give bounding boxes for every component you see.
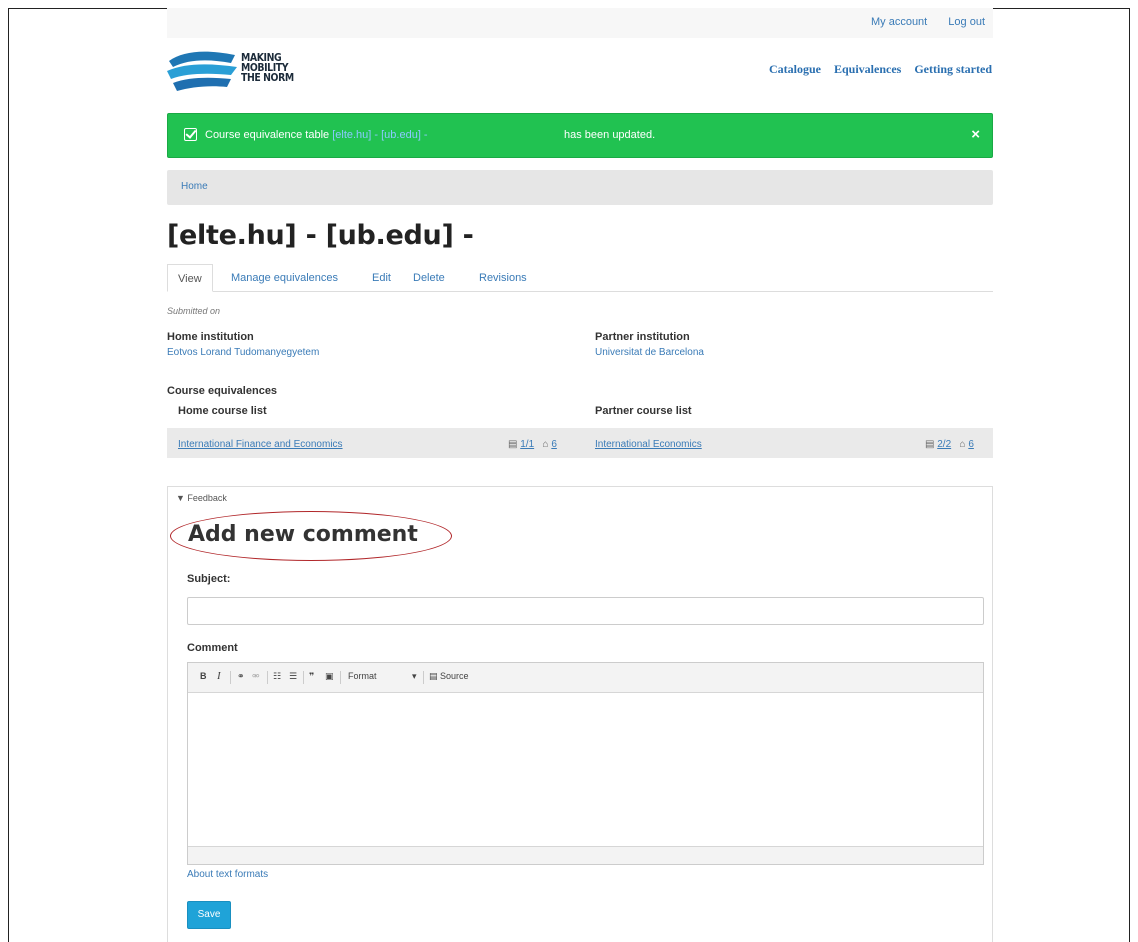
subject-input[interactable] [187, 597, 984, 625]
feedback-toggle[interactable]: ▼ Feedback [176, 493, 227, 503]
tab-manage-equivalences[interactable]: Manage equivalences [231, 264, 338, 292]
link-icon[interactable]: ⚭ [237, 671, 245, 682]
home-institution-label: Home institution [167, 331, 254, 343]
status-message-prefix: Course equivalence table [205, 129, 330, 141]
partner-course-link[interactable]: International Economics [595, 439, 702, 450]
partner-course-meta: ▤ 2/2 ⌂ 6 [925, 439, 974, 450]
account-links: My account Log out [853, 16, 985, 28]
course-equivalences-label: Course equivalences [167, 385, 278, 397]
comment-editor: B I ⚭ ⚮ ☷ ☰ ❞ ▣ Format ▾ ▤ Source [187, 662, 984, 865]
close-icon[interactable]: × [971, 126, 980, 143]
comment-textarea[interactable] [188, 694, 983, 847]
page: My account Log out MAKING MOBILITY THE N… [157, 0, 993, 942]
toolbar-separator [267, 671, 268, 684]
subject-label: Subject: [187, 573, 231, 585]
partner-institution-label: Partner institution [595, 331, 690, 343]
tab-edit[interactable]: Edit [372, 264, 391, 292]
logo-line-3: THE NORM [241, 71, 294, 84]
breadcrumb-home[interactable]: Home [181, 181, 208, 192]
about-text-formats-link[interactable]: About text formats [187, 869, 268, 880]
comment-label: Comment [187, 642, 238, 654]
top-bar: My account Log out [167, 8, 993, 38]
home-course-list-header: Home course list [178, 405, 267, 417]
status-message-link[interactable]: [elte.hu] - [ub.edu] - [332, 129, 427, 141]
nav-catalogue[interactable]: Catalogue [769, 62, 821, 76]
tab-view[interactable]: View [167, 264, 213, 292]
source-label: Source [440, 671, 469, 681]
tab-delete[interactable]: Delete [413, 264, 445, 292]
nav-getting-started[interactable]: Getting started [914, 62, 992, 76]
breadcrumb: Home [167, 170, 993, 205]
calendar-icon: ▤ [508, 439, 518, 450]
my-account-link[interactable]: My account [871, 16, 927, 28]
chevron-down-icon[interactable]: ▾ [412, 671, 417, 682]
blockquote-icon[interactable]: ❞ [309, 671, 314, 682]
partner-course-list-header: Partner course list [595, 405, 692, 417]
page-title: [elte.hu] - [ub.edu] - [167, 220, 474, 251]
feedback-section: ▼ Feedback Add new comment Subject: Comm… [167, 486, 993, 942]
credits-icon: ⌂ [542, 439, 549, 450]
home-institution-link[interactable]: Eotvos Lorand Tudomanyegyetem [167, 347, 319, 358]
source-button[interactable]: ▤ Source [429, 671, 469, 682]
numbered-list-icon[interactable]: ☰ [289, 671, 297, 682]
toolbar-separator [303, 671, 304, 684]
image-icon[interactable]: ▣ [325, 671, 334, 682]
check-icon [184, 128, 197, 141]
partner-course-credits[interactable]: 6 [968, 439, 974, 450]
status-message: Course equivalence table [elte.hu] - [ub… [167, 113, 993, 158]
status-message-text: Course equivalence table [elte.hu] - [ub… [205, 129, 428, 141]
tab-revisions[interactable]: Revisions [479, 264, 527, 292]
partner-institution-link[interactable]: Universitat de Barcelona [595, 347, 704, 358]
credits-icon: ⌂ [959, 439, 966, 450]
unlink-icon[interactable]: ⚮ [252, 671, 260, 682]
status-message-suffix: has been updated. [564, 129, 656, 141]
bold-button[interactable]: B [200, 671, 207, 681]
log-out-link[interactable]: Log out [948, 16, 985, 28]
table-row: International Finance and Economics ▤ 1/… [167, 428, 993, 458]
format-select[interactable]: Format [348, 671, 377, 681]
save-button[interactable]: Save [187, 901, 231, 929]
toolbar-separator [423, 671, 424, 684]
editor-toolbar: B I ⚭ ⚮ ☷ ☰ ❞ ▣ Format ▾ ▤ Source [188, 663, 983, 693]
home-course-count[interactable]: 1/1 [520, 439, 534, 450]
toolbar-separator [340, 671, 341, 684]
home-course-link[interactable]: International Finance and Economics [178, 439, 343, 450]
home-course-credits[interactable]: 6 [551, 439, 557, 450]
calendar-icon: ▤ [925, 439, 935, 450]
submitted-info: Submitted on [167, 306, 221, 316]
logo-wordmark: MAKING MOBILITY THE NORM [241, 52, 303, 84]
nav-equivalences[interactable]: Equivalences [834, 62, 901, 76]
source-icon: ▤ [429, 671, 438, 681]
tabs: View Manage equivalences Edit Delete Rev… [167, 264, 993, 292]
italic-button[interactable]: I [217, 670, 221, 682]
comment-heading: Add new comment [188, 522, 418, 547]
bulleted-list-icon[interactable]: ☷ [273, 671, 281, 682]
editor-status-bar [188, 846, 983, 864]
main-nav: Catalogue Equivalences Getting started [759, 62, 992, 77]
home-course-meta: ▤ 1/1 ⌂ 6 [508, 439, 557, 450]
partner-course-count[interactable]: 2/2 [937, 439, 951, 450]
toolbar-separator [230, 671, 231, 684]
